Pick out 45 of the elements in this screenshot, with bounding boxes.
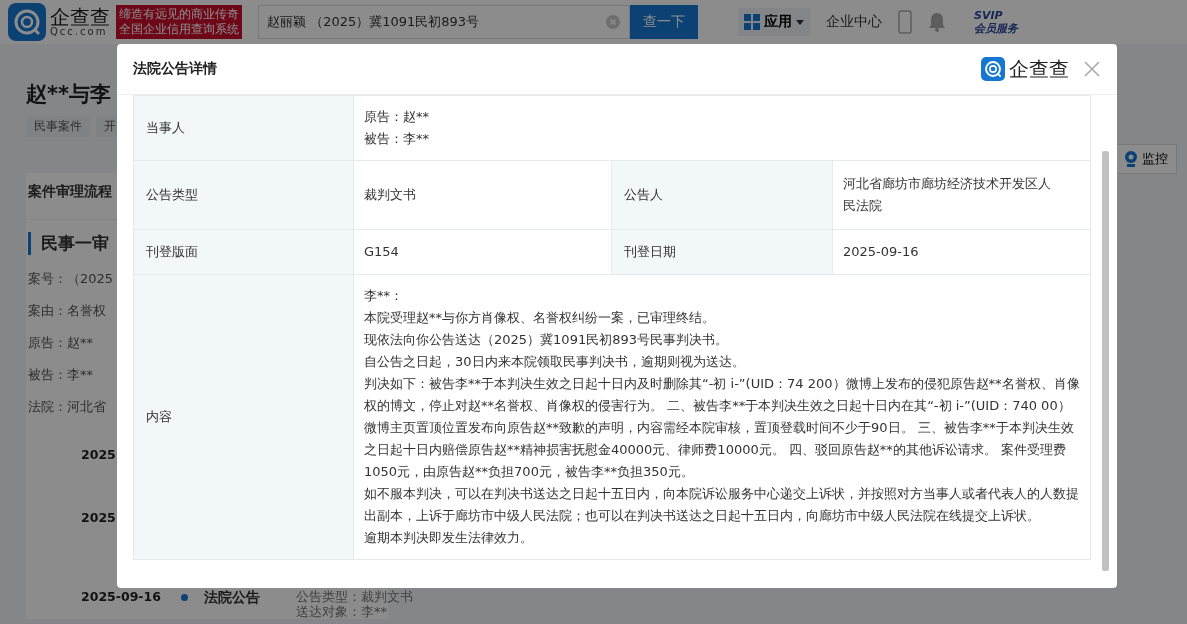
webcam-icon [1124,151,1138,167]
value-cell: 李**： 本院受理赵**与你方肖像权、名誉权纠纷一案，已审理终结。 现依法向你公告送达（2025）冀1091民初893号民事判决书。 自公告之日起，30日内来本院领取民事判决书，逾期则视为送达。 判决如下：被告李**于本判决生效之日起十日内及时删除其“-初 i-”(UID：74 200）微博上发布的侵犯原告赵**名誉权、肖像权的博文，停止对赵**名誉权、肖像权的侵害行为。 二、被告李**于本判决生效之日起十日内在其“-初 i-”(UID：740 00）微博主页置顶位置发布向原告赵**致歉的声明，内容需经本院审核，置顶登载时间不少于90日。 三、被告李**于本判决生效之日起十日内赔偿原告赵**精神损害抚慰金40000元、律师费10000元。 四、驳回原告赵**的其他诉讼请求。 案件受理费1050元，由原告赵**负担700元，被告李**负担350元。 如不服本判决，可以在判决书送达之日起十五日内，向本院诉讼服务中心递交上诉状，并按照对方当事人或者代表人的人数提出副本，上诉于廊坊市中级人民法院；也可以在判决书送达之日起十五日内，向廊坊市中级人民法院在线提交上诉状。 逾期本判决即发生法律效力。 [354,275,1091,560]
logo-icon [981,57,1005,81]
scrollbar[interactable] [1102,151,1109,571]
timeline-detail: 送达对象：李** [295,604,388,619]
case-field: 案号：（2025 [28,263,114,295]
clear-icon[interactable] [606,15,620,29]
logo-subtitle: Qcc.com [50,27,109,37]
timeline-dot [180,594,188,601]
vip-badge[interactable]: SVIP 会员服务 [974,9,1018,35]
grid-icon [744,14,760,30]
label-cell: 内容 [134,275,354,560]
stage-title: 民事一审 [28,232,109,255]
phone-icon[interactable] [898,10,912,34]
search-field[interactable]: 赵丽颖 （2025）冀1091民初893号 [258,5,630,39]
slogan-banner: 缔造有远见的商业传奇 全国企业信用查询系统 [116,5,242,39]
timeline-title: 法院公告 [203,589,260,605]
value-cell: 2025-09-16 [833,230,1091,275]
dialog-title: 法院公告详情 [133,60,217,78]
timeline-date: 2025 [81,508,116,527]
label-cell: 公告人 [612,161,833,230]
bell-icon[interactable] [928,12,946,32]
case-field: 案由：名誉权 [28,295,106,327]
case-field: 被告：李** [28,359,93,391]
brand-name: 企查查 [1009,55,1069,83]
value-cell: 河北省廊坊市廊坊经济技术开发区人民法院 [833,161,1091,230]
monitor-button[interactable]: 监控 [1115,144,1177,174]
logo-text: 企查查 [50,7,110,27]
enterprise-center-link[interactable]: 企业中心 [826,13,882,31]
case-title: 赵**与李 [26,82,111,106]
case-tag: 民事案件 [26,116,90,137]
apps-menu-button[interactable]: 应用 [738,8,810,36]
timeline-detail: 公告类型：裁判文书 [295,589,413,604]
logo-icon [8,3,46,41]
search-button[interactable]: 查一下 [630,5,698,39]
timeline-date: 2025-09-16 [81,589,161,605]
close-icon[interactable] [1083,60,1101,78]
case-field: 法院：河北省 [28,391,106,423]
label-cell: 刊登日期 [612,230,833,275]
label-cell: 公告类型 [134,161,354,230]
timeline-date: 2025 [81,445,116,464]
label-cell: 刊登版面 [134,230,354,275]
case-field: 原告：赵** [28,327,93,359]
caret-icon [796,19,804,25]
label-cell: 当事人 [134,96,354,161]
